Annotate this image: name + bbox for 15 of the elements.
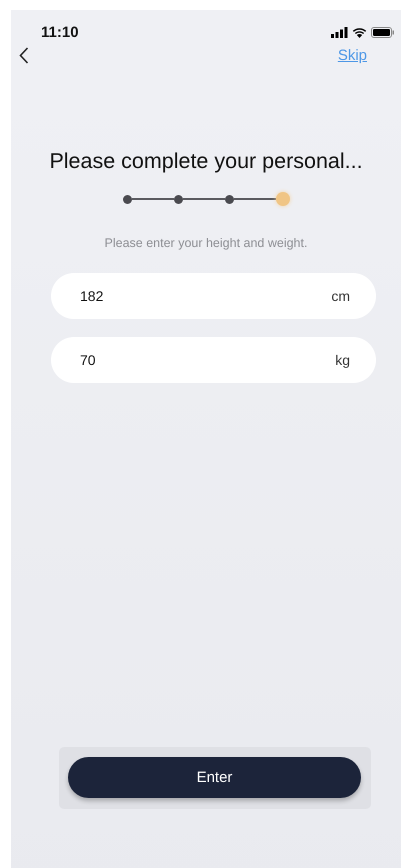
unit-label: kg	[335, 352, 350, 368]
input-field[interactable]: 182 cm	[51, 273, 376, 319]
unit-label: cm	[331, 288, 350, 304]
back-icon	[19, 46, 29, 64]
battery-icon	[371, 26, 395, 38]
enter-button[interactable]: Enter	[68, 757, 361, 798]
back-button[interactable]	[19, 46, 29, 64]
wifi-icon	[352, 26, 367, 38]
value-input[interactable]: 70	[80, 352, 336, 368]
status-time: 11:10	[41, 24, 79, 40]
page-title: Please complete your personal...	[48, 149, 364, 174]
signal-icon	[331, 26, 348, 38]
input-field[interactable]: 70 kg	[51, 337, 376, 383]
value-input[interactable]: 182	[80, 288, 332, 304]
instruction-text: Please enter your height and weight.	[104, 236, 308, 250]
